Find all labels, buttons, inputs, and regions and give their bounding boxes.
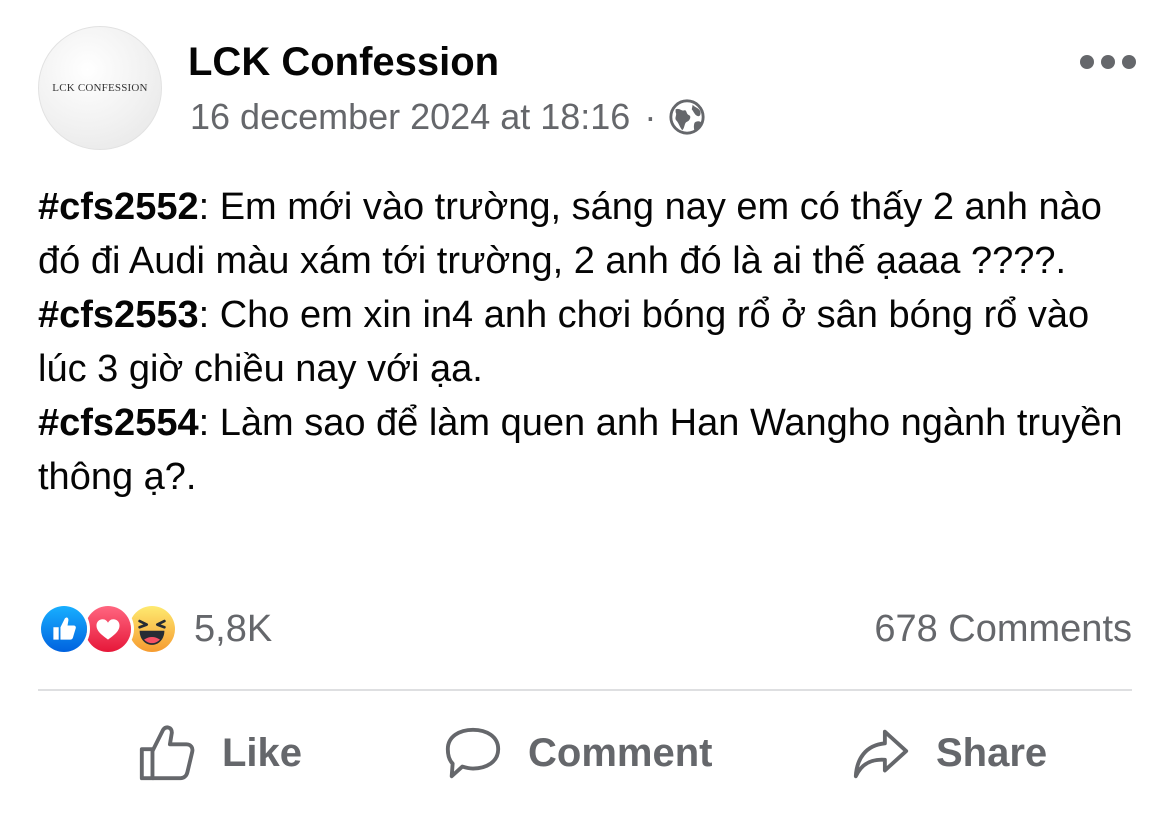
like-label: Like [222,730,303,775]
confession-text: : Làm sao để làm quen anh Han Wangho ngà… [38,402,1123,498]
post-text: #cfs2552: Em mới vào trường, sáng nay em… [38,180,1138,504]
hashtag-link[interactable]: #cfs2553 [38,294,199,336]
divider [38,689,1132,691]
confession-item: #cfs2552: Em mới vào trường, sáng nay em… [38,180,1138,288]
comment-button[interactable]: Comment [442,718,712,788]
page-name[interactable]: LCK Confession [188,40,499,85]
like-reaction-icon [38,603,90,655]
speech-bubble-icon [445,727,501,779]
more-dot [1080,55,1094,69]
comment-label: Comment [528,730,713,775]
share-arrow-icon [853,729,909,779]
post-meta: 16 december 2024 at 18:16 · [190,96,706,138]
facebook-post: LCK CONFESSION LCK Confession 16 decembe… [0,0,1170,813]
thumbs-up-icon [139,725,195,781]
like-button[interactable]: Like [136,718,302,788]
hashtag-link[interactable]: #cfs2554 [38,402,199,444]
page-avatar[interactable]: LCK CONFESSION [38,26,162,150]
meta-separator: · [644,96,657,137]
globe-icon [668,98,706,136]
more-options-icon[interactable] [1080,52,1136,72]
reaction-count: 5,8K [194,607,273,650]
confession-item: #cfs2553: Cho em xin in4 anh chơi bóng r… [38,288,1138,396]
reactions-summary[interactable]: 5,8K [38,603,272,655]
post-timestamp[interactable]: 16 december 2024 at 18:16 [190,96,630,138]
more-dot [1101,55,1115,69]
hashtag-link[interactable]: #cfs2552 [38,186,199,228]
comment-count-link[interactable]: 678 Comments [874,603,1132,655]
avatar-logo-text: LCK CONFESSION [52,82,148,94]
share-label: Share [936,730,1048,775]
confession-item: #cfs2554: Làm sao để làm quen anh Han Wa… [38,396,1138,504]
share-button[interactable]: Share [850,718,1047,788]
more-dot [1122,55,1136,69]
